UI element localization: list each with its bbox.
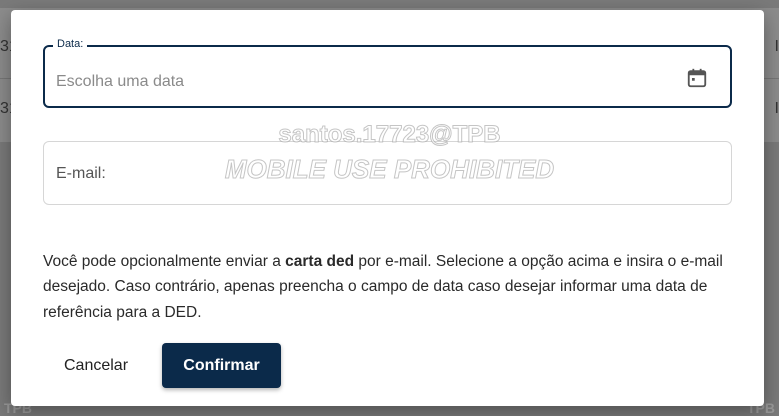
background-text-fragment: I	[774, 38, 779, 55]
calendar-icon[interactable]	[686, 67, 708, 89]
info-text-emphasis: carta ded	[285, 252, 355, 270]
dialog: Data: Escolha uma data E-mail: Você pode…	[11, 10, 764, 406]
info-text: Você pode opcionalmente enviar a carta d…	[43, 249, 739, 326]
date-field-placeholder: Escolha uma data	[56, 73, 185, 90]
date-field[interactable]: Data: Escolha uma data	[43, 38, 732, 108]
confirm-button[interactable]: Confirmar	[162, 343, 281, 388]
background-text-fragment: I	[774, 100, 779, 117]
email-field-label: E-mail:	[56, 165, 106, 182]
date-field-label: Data:	[53, 38, 88, 50]
email-field[interactable]: E-mail:	[43, 141, 732, 205]
info-text-part: Você pode opcionalmente enviar a	[43, 252, 286, 270]
cancel-button[interactable]: Cancelar	[49, 343, 143, 388]
